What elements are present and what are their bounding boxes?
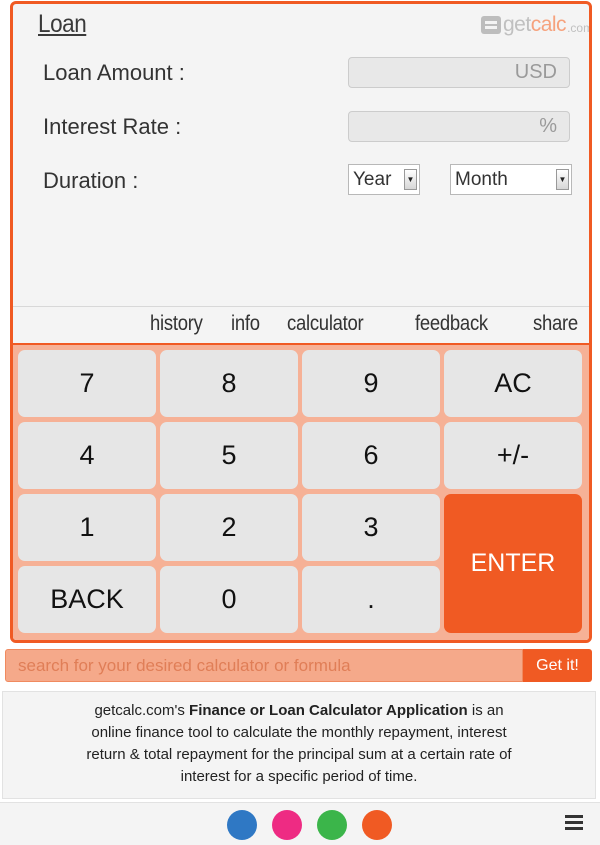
theme-pink-button[interactable] — [272, 810, 302, 840]
footer — [0, 802, 600, 845]
calculator-logo-icon — [481, 16, 501, 34]
key-3[interactable]: 3 — [302, 494, 440, 561]
key-7[interactable]: 7 — [18, 350, 156, 417]
key-5[interactable]: 5 — [160, 422, 298, 489]
theme-orange-button[interactable] — [362, 810, 392, 840]
key-back[interactable]: BACK — [18, 566, 156, 633]
key-6[interactable]: 6 — [302, 422, 440, 489]
key-9[interactable]: 9 — [302, 350, 440, 417]
app-description: getcalc.com's Finance or Loan Calculator… — [2, 691, 596, 799]
key-0[interactable]: 0 — [160, 566, 298, 633]
search-placeholder: search for your desired calculator or fo… — [18, 655, 351, 675]
year-select-value: Year — [353, 168, 392, 190]
loan-amount-input[interactable]: USD — [348, 57, 570, 88]
key-2[interactable]: 2 — [160, 494, 298, 561]
theme-blue-button[interactable] — [227, 810, 257, 840]
year-select[interactable]: Year ▼ — [348, 164, 420, 195]
key-4[interactable]: 4 — [18, 422, 156, 489]
menu-calculator[interactable]: calculator — [287, 312, 364, 336]
key-ac[interactable]: AC — [444, 350, 582, 417]
calculator-search: search for your desired calculator or fo… — [5, 649, 592, 682]
menu-info[interactable]: info — [231, 312, 260, 336]
month-select-value: Month — [455, 168, 508, 190]
key-decimal[interactable]: . — [302, 566, 440, 633]
loan-amount-label: Loan Amount : — [43, 60, 185, 85]
key-8[interactable]: 8 — [160, 350, 298, 417]
app-title: Loan — [38, 10, 87, 38]
theme-green-button[interactable] — [317, 810, 347, 840]
interest-rate-input[interactable]: % — [348, 111, 570, 142]
key-enter[interactable]: ENTER — [444, 494, 582, 633]
menu-share[interactable]: share — [533, 312, 578, 336]
loan-amount-unit: USD — [514, 61, 557, 83]
logo-text: getcalc — [503, 13, 567, 36]
chevron-down-icon: ▼ — [404, 169, 417, 190]
get-it-button[interactable]: Get it! — [523, 649, 592, 682]
logo-domain: .com — [567, 21, 592, 35]
key-1[interactable]: 1 — [18, 494, 156, 561]
interest-rate-unit: % — [539, 115, 557, 137]
search-input[interactable]: search for your desired calculator or fo… — [5, 649, 523, 682]
app-name: Finance or Loan Calculator Application — [189, 702, 468, 719]
chevron-down-icon: ▼ — [556, 169, 569, 190]
hamburger-menu-icon[interactable] — [565, 815, 583, 831]
month-select[interactable]: Month ▼ — [450, 164, 572, 195]
menu-history[interactable]: history — [150, 312, 203, 336]
keypad: 7 8 9 AC 4 5 6 +/- 1 2 3 ENTER BACK 0 . — [13, 343, 589, 640]
interest-rate-label: Interest Rate : — [43, 114, 182, 139]
calculator-frame: Loan getcalc .com Loan Amount : USD Inte… — [10, 1, 592, 643]
menu-feedback[interactable]: feedback — [415, 312, 488, 336]
duration-label: Duration : — [43, 168, 139, 193]
getcalc-logo[interactable]: getcalc .com — [481, 13, 592, 36]
calculator-menu: history info calculator feedback share — [13, 306, 589, 343]
key-plus-minus[interactable]: +/- — [444, 422, 582, 489]
